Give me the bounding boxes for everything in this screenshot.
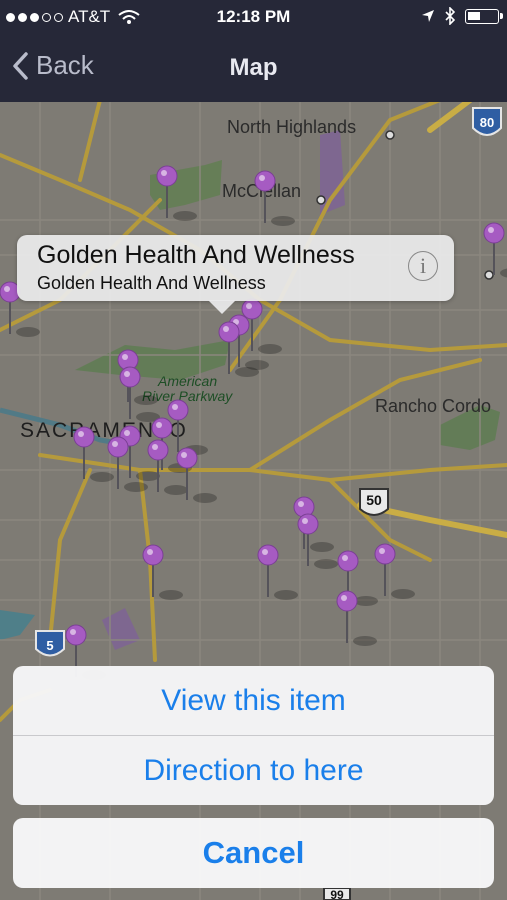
shield-99-icon: 99 <box>323 887 351 900</box>
svg-text:80: 80 <box>480 115 494 130</box>
map-label-american: American <box>157 373 217 389</box>
bluetooth-icon <box>445 7 455 25</box>
shield-5-icon: 5 <box>35 630 65 657</box>
location-arrow-icon <box>422 10 434 22</box>
shield-80-icon: 80 <box>472 107 502 136</box>
navigation-bar: Back Map <box>0 34 507 102</box>
map-label-rancho-cordova: Rancho Cordo <box>375 396 491 416</box>
info-icon[interactable]: i <box>408 251 438 281</box>
callout-pointer <box>208 300 236 314</box>
directions-button[interactable]: Direction to here <box>13 736 494 805</box>
map-callout[interactable]: Golden Health And Wellness Golden Health… <box>17 235 454 301</box>
battery-icon <box>465 8 503 24</box>
shield-50-icon: 50 <box>359 488 389 516</box>
map-label-north-highlands: North Highlands <box>227 117 356 137</box>
view-item-button[interactable]: View this item <box>13 666 494 735</box>
callout-subtitle: Golden Health And Wellness <box>37 273 266 293</box>
page-title: Map <box>229 54 278 81</box>
svg-text:5: 5 <box>46 638 53 653</box>
callout-title: Golden Health And Wellness <box>37 241 355 269</box>
svg-text:99: 99 <box>330 888 344 900</box>
svg-text:50: 50 <box>366 492 382 508</box>
status-bar: AT&T 12:18 PM <box>0 0 507 34</box>
action-sheet: View this item Direction to here <box>13 666 494 805</box>
cancel-button[interactable]: Cancel <box>13 818 494 888</box>
